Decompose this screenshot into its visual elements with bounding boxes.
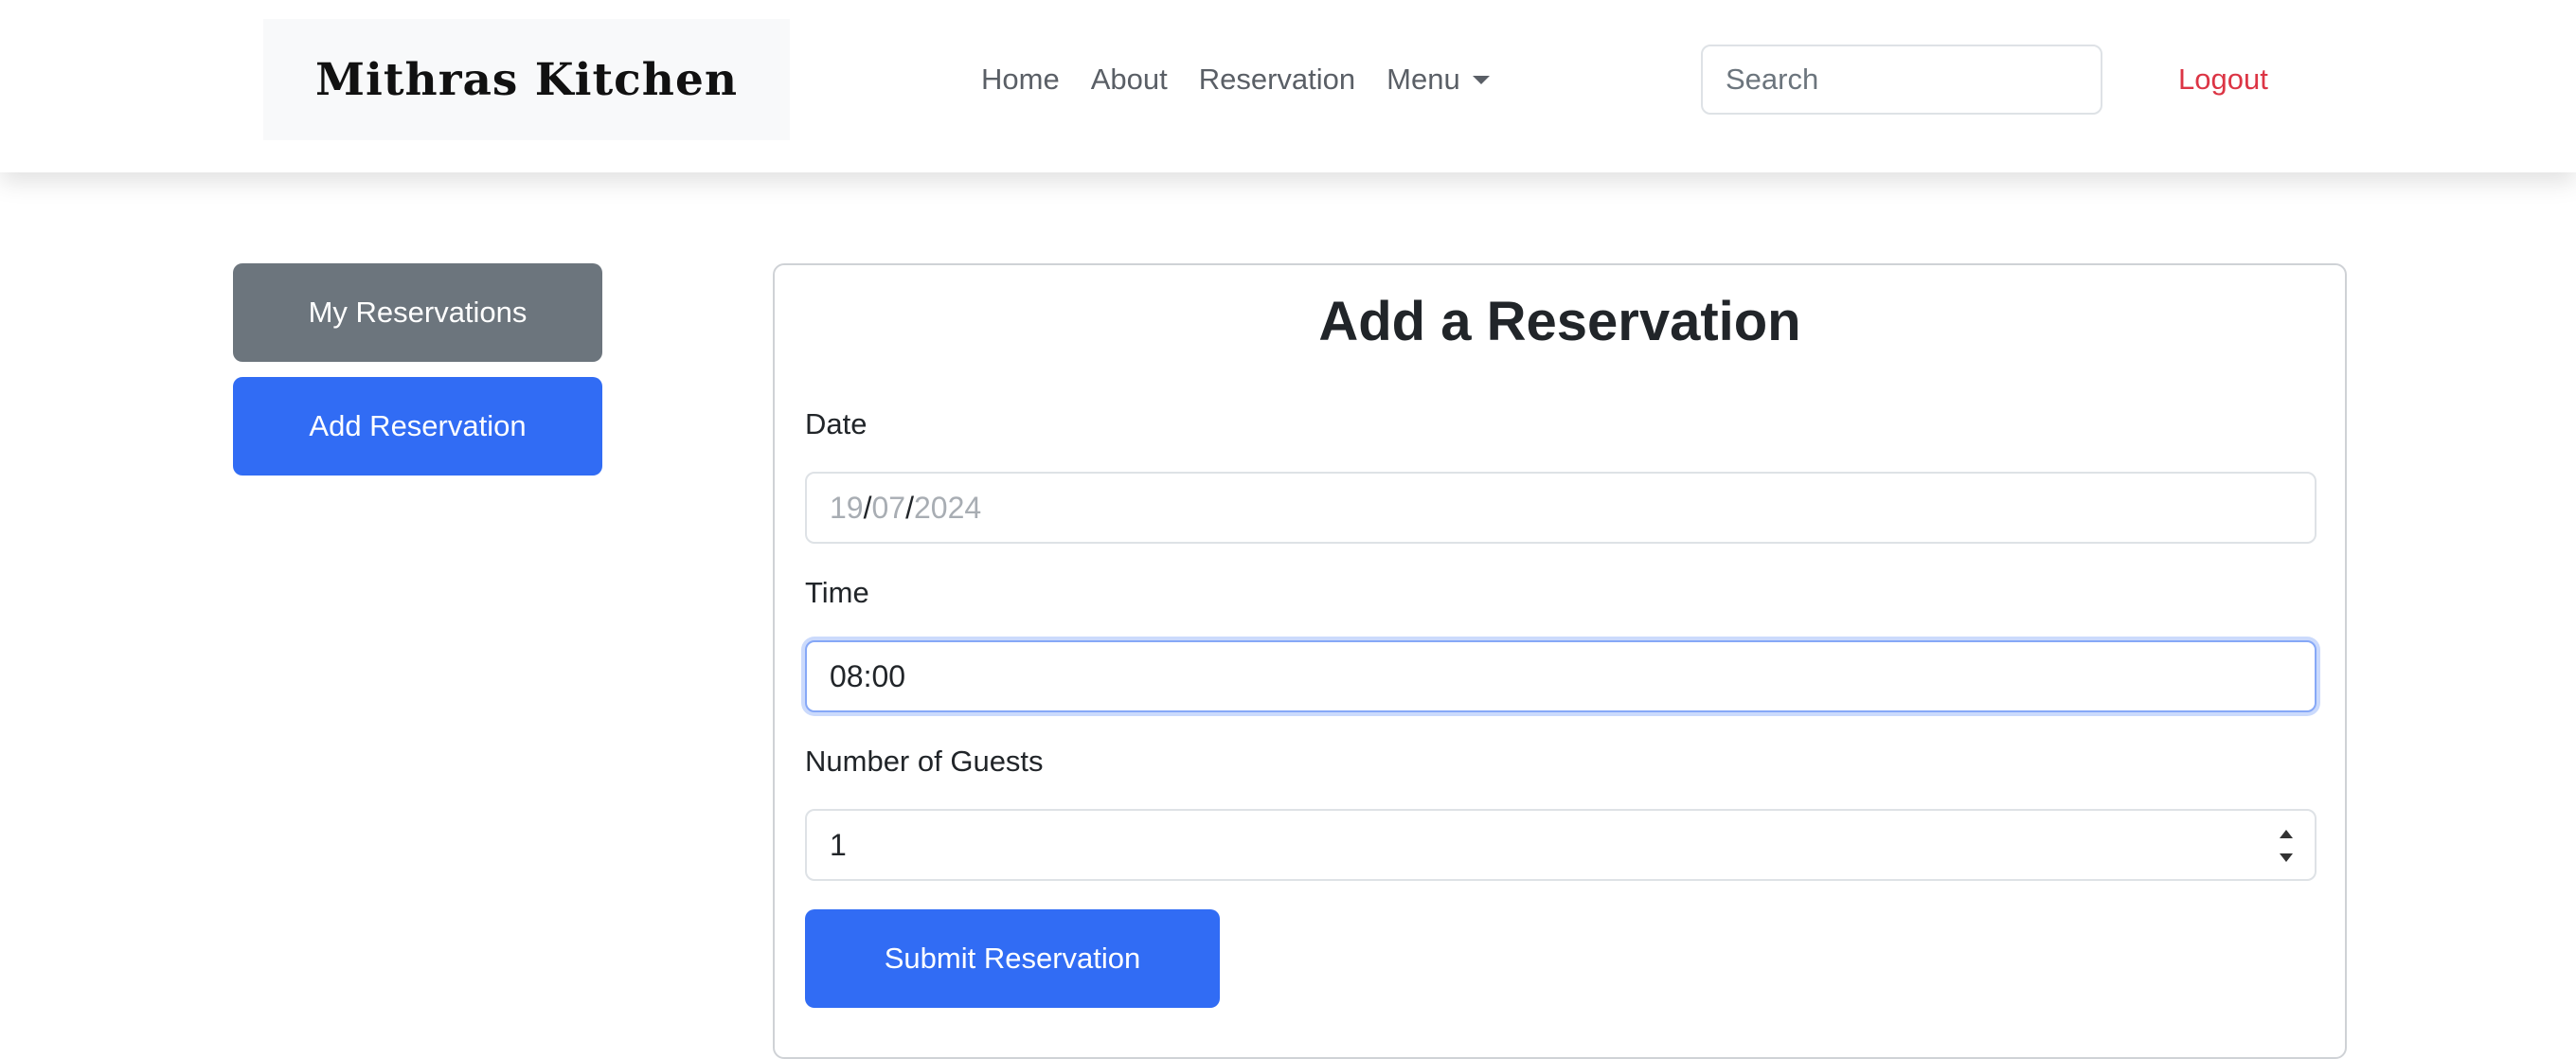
nav-menu-dropdown[interactable]: Menu bbox=[1386, 63, 1490, 97]
date-separator: / bbox=[863, 490, 872, 525]
my-reservations-label: My Reservations bbox=[308, 296, 528, 329]
guests-input[interactable]: 1 bbox=[805, 809, 2317, 881]
spinner-icon[interactable] bbox=[2277, 830, 2296, 862]
nav-about-link[interactable]: About bbox=[1091, 63, 1168, 97]
submit-label: Submit Reservation bbox=[884, 942, 1141, 975]
my-reservations-button[interactable]: My Reservations bbox=[233, 263, 602, 362]
date-input[interactable]: 19 / 07 / 2024 bbox=[805, 472, 2317, 544]
reservation-form-card: Add a Reservation Date 19 / 07 / 2024 Ti… bbox=[773, 263, 2347, 1059]
nav-home-link[interactable]: Home bbox=[981, 63, 1060, 97]
add-reservation-label: Add Reservation bbox=[309, 409, 527, 442]
navbar: Mithras Kitchen Home About Reservation M… bbox=[0, 0, 2576, 172]
date-month: 07 bbox=[871, 490, 906, 525]
submit-reservation-button[interactable]: Submit Reservation bbox=[805, 909, 1220, 1008]
time-value: 08:00 bbox=[830, 658, 906, 693]
form-title: Add a Reservation bbox=[1318, 291, 1801, 352]
increment-icon[interactable] bbox=[2280, 830, 2293, 838]
brand-name: Mithras Kitchen bbox=[314, 53, 739, 106]
brand-logo[interactable]: Mithras Kitchen bbox=[263, 19, 790, 140]
guests-label: Number of Guests bbox=[805, 745, 1044, 778]
search-input[interactable] bbox=[1701, 45, 2102, 115]
date-year: 2024 bbox=[913, 490, 982, 525]
nav-links: Home About Reservation Menu bbox=[981, 57, 1490, 102]
time-input[interactable]: 08:00 bbox=[805, 640, 2317, 712]
logout-button[interactable]: Logout bbox=[2178, 57, 2268, 102]
decrement-icon[interactable] bbox=[2280, 853, 2293, 862]
date-separator: / bbox=[905, 490, 914, 525]
date-day: 19 bbox=[830, 490, 864, 525]
time-label: Time bbox=[805, 576, 869, 609]
add-reservation-button[interactable]: Add Reservation bbox=[233, 377, 602, 476]
nav-menu-label: Menu bbox=[1386, 63, 1460, 96]
date-label: Date bbox=[805, 407, 868, 440]
nav-reservation-link[interactable]: Reservation bbox=[1199, 63, 1355, 97]
guests-value: 1 bbox=[830, 827, 847, 862]
caret-down-icon bbox=[1472, 75, 1490, 84]
